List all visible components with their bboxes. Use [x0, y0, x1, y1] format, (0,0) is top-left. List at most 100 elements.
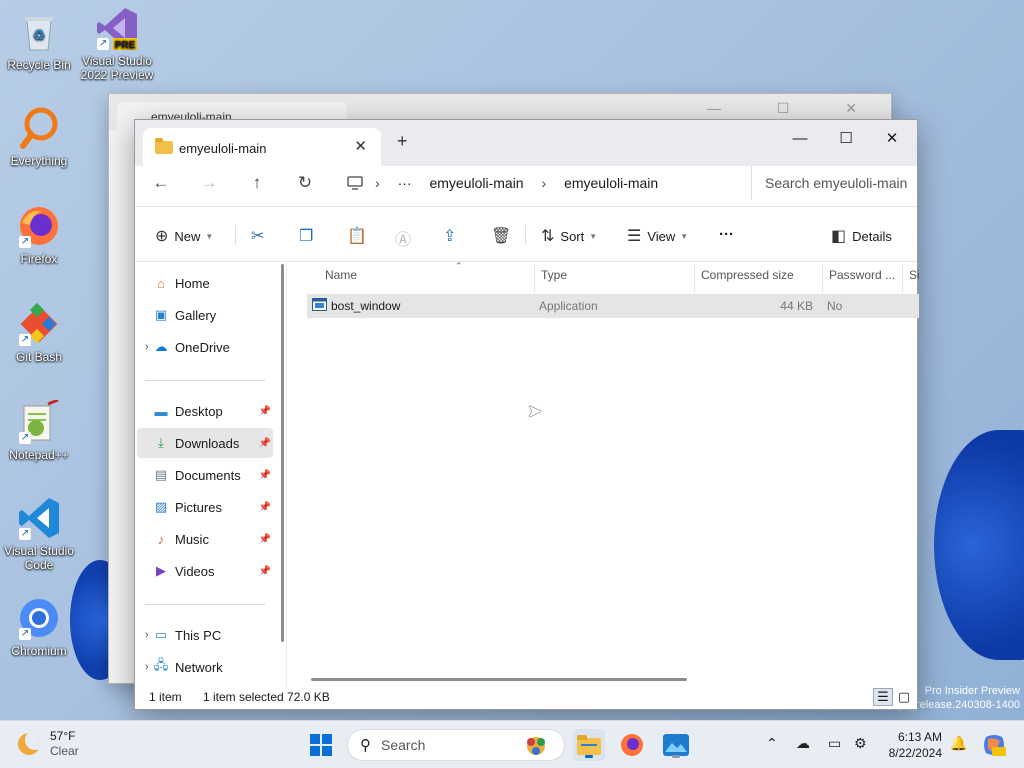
close-button[interactable]: ✕ [869, 124, 915, 152]
nav-item-network[interactable]: › 🖧 Network [137, 652, 273, 682]
divider [525, 225, 526, 245]
desktop-icon-visual-studio[interactable]: PRE ↗ Visual Studio 2022 Preview [79, 6, 155, 82]
column-header-password[interactable]: Password ... [829, 267, 901, 293]
maximize-button[interactable]: ☐ [823, 124, 869, 152]
chevron-right-icon[interactable]: › [375, 175, 380, 191]
cut-button[interactable]: ✂ [251, 226, 270, 246]
pin-icon[interactable]: 📌 [259, 438, 271, 449]
new-button[interactable]: ⊕ New ▼ [155, 226, 213, 246]
weather-widget[interactable]: 57°F Clear [18, 729, 79, 759]
nav-item-desktop[interactable]: ▬ Desktop 📌 [137, 396, 273, 426]
videos-icon: ▶ [156, 563, 166, 578]
back-arrow-icon[interactable]: ← [143, 166, 179, 200]
paste-button[interactable]: 📋 [347, 226, 373, 246]
forward-arrow-icon[interactable]: → [191, 166, 227, 200]
display-settings-icon[interactable]: ▭ [828, 735, 841, 752]
column-header-name[interactable]: ⌃ Name [325, 261, 535, 293]
pin-icon[interactable]: 📌 [259, 502, 271, 513]
desktop-icon-vscode[interactable]: ↗ Visual Studio Code [1, 496, 77, 572]
column-divider[interactable] [694, 264, 695, 292]
desktop-icon-everything[interactable]: Everything [1, 106, 77, 168]
chevron-right-icon[interactable]: › [542, 175, 547, 191]
desktop-icon-git-bash[interactable]: ↗ Git Bash [1, 302, 77, 364]
nav-item-home[interactable]: ⌂ Home [137, 268, 273, 298]
pictures-icon: ▨ [154, 499, 168, 514]
copilot-button[interactable] [978, 729, 1010, 761]
paste-icon: 📋 [347, 228, 367, 245]
shortcut-arrow-icon: ↗ [19, 628, 31, 640]
file-type: Application [539, 299, 598, 313]
downloads-icon: ⤓ [158, 435, 164, 450]
column-divider[interactable] [822, 264, 823, 292]
nav-item-this-pc[interactable]: › ▭ This PC [137, 620, 273, 650]
share-icon: ⇪ [443, 228, 457, 245]
taskbar-firefox[interactable] [616, 729, 648, 761]
share-button[interactable]: ⇪ [443, 226, 462, 246]
git-bash-icon: ↗ [17, 302, 61, 346]
breadcrumb-item[interactable]: emyeuloli-main [564, 175, 658, 191]
sort-ascending-icon: ⌃ [455, 261, 463, 271]
tab-title: emyeuloli-main [179, 141, 267, 156]
show-hidden-icons-chevron-icon[interactable]: ⌃ [766, 735, 778, 752]
search-input[interactable]: Search emyeuloli-main [751, 166, 919, 200]
system-clock[interactable]: 6:13 AM 8/22/2024 [876, 729, 942, 761]
firefox-icon [621, 734, 643, 756]
start-button[interactable] [305, 729, 337, 761]
details-view-icon[interactable]: ☰ [873, 688, 893, 706]
music-icon: ♪ [157, 531, 165, 547]
table-row[interactable]: bost_window Application 44 KB No [307, 294, 919, 318]
breadcrumb-item[interactable]: emyeuloli-main [429, 175, 523, 191]
new-tab-button[interactable]: + [397, 131, 408, 152]
desktop-icon-notepad-plus-plus[interactable]: ↗ Notepad++ [1, 400, 77, 462]
nav-scrollbar[interactable] [281, 264, 284, 642]
chevron-right-icon[interactable]: › [145, 629, 161, 641]
rename-button[interactable]: Ⓐ [395, 226, 417, 250]
desktop-icon-recycle-bin[interactable]: ♻ Recycle Bin [1, 10, 77, 72]
nav-item-gallery[interactable]: ▣ Gallery [137, 300, 273, 330]
notification-bell-icon[interactable]: 🔔 [950, 735, 967, 752]
details-button[interactable]: ◧ Details [831, 226, 892, 246]
everything-search-icon [17, 106, 61, 150]
plus-circle-icon: ⊕ [155, 228, 169, 245]
chevron-right-icon[interactable]: › [145, 661, 161, 673]
refresh-icon[interactable]: ↻ [287, 166, 323, 200]
pin-icon[interactable]: 📌 [259, 406, 271, 417]
chevron-right-icon[interactable]: › [145, 341, 161, 353]
network-status-icon[interactable]: ⚙ [854, 735, 867, 752]
tiles-view-icon[interactable]: ▢ [894, 688, 914, 706]
horizontal-scrollbar[interactable] [311, 678, 687, 681]
nav-item-pictures[interactable]: ▨ Pictures 📌 [137, 492, 273, 522]
gallery-icon: ▣ [154, 307, 168, 322]
column-header-type[interactable]: Type [541, 267, 691, 293]
tab-emyeuloli-main[interactable]: emyeuloli-main ✕ [143, 128, 381, 166]
desktop-icon-chromium[interactable]: ↗ Chromium [1, 596, 77, 658]
nav-item-music[interactable]: ♪ Music 📌 [137, 524, 273, 554]
sort-button[interactable]: ⇅ Sort ▼ [541, 226, 597, 246]
taskbar-photos[interactable] [660, 729, 692, 761]
up-arrow-icon[interactable]: ↑ [239, 166, 275, 200]
cloud-offline-icon[interactable]: ☁ [796, 735, 810, 752]
column-header-compressed-size[interactable]: Compressed size [701, 267, 819, 293]
pin-icon[interactable]: 📌 [259, 470, 271, 481]
delete-button[interactable]: 🗑 [491, 226, 517, 246]
background-window-controls[interactable]: — ☐ ✕ [707, 100, 883, 117]
more-options-button[interactable]: ··· [719, 226, 734, 243]
taskbar-file-explorer[interactable] [573, 729, 605, 761]
column-divider[interactable] [534, 264, 535, 292]
breadcrumb-overflow-icon[interactable]: ··· [398, 175, 412, 191]
column-header-size[interactable]: Si [909, 267, 921, 293]
sort-icon: ⇅ [541, 228, 555, 245]
pin-icon[interactable]: 📌 [259, 566, 271, 577]
pin-icon[interactable]: 📌 [259, 534, 271, 545]
desktop-icon-firefox[interactable]: ↗ Firefox [1, 204, 77, 266]
close-tab-icon[interactable]: ✕ [354, 137, 367, 155]
nav-item-onedrive[interactable]: › ☁ OneDrive [137, 332, 273, 362]
minimize-button[interactable]: — [777, 124, 823, 152]
nav-item-documents[interactable]: ▤ Documents 📌 [137, 460, 273, 490]
column-divider[interactable] [902, 264, 903, 292]
view-button[interactable]: ☰ View ▼ [627, 226, 688, 246]
taskbar-search-box[interactable]: ⚲ Search [347, 729, 565, 761]
copy-button[interactable]: ❐ [299, 226, 319, 246]
nav-item-downloads[interactable]: ⤓ Downloads 📌 [137, 428, 273, 458]
nav-item-videos[interactable]: ▶ Videos 📌 [137, 556, 273, 586]
